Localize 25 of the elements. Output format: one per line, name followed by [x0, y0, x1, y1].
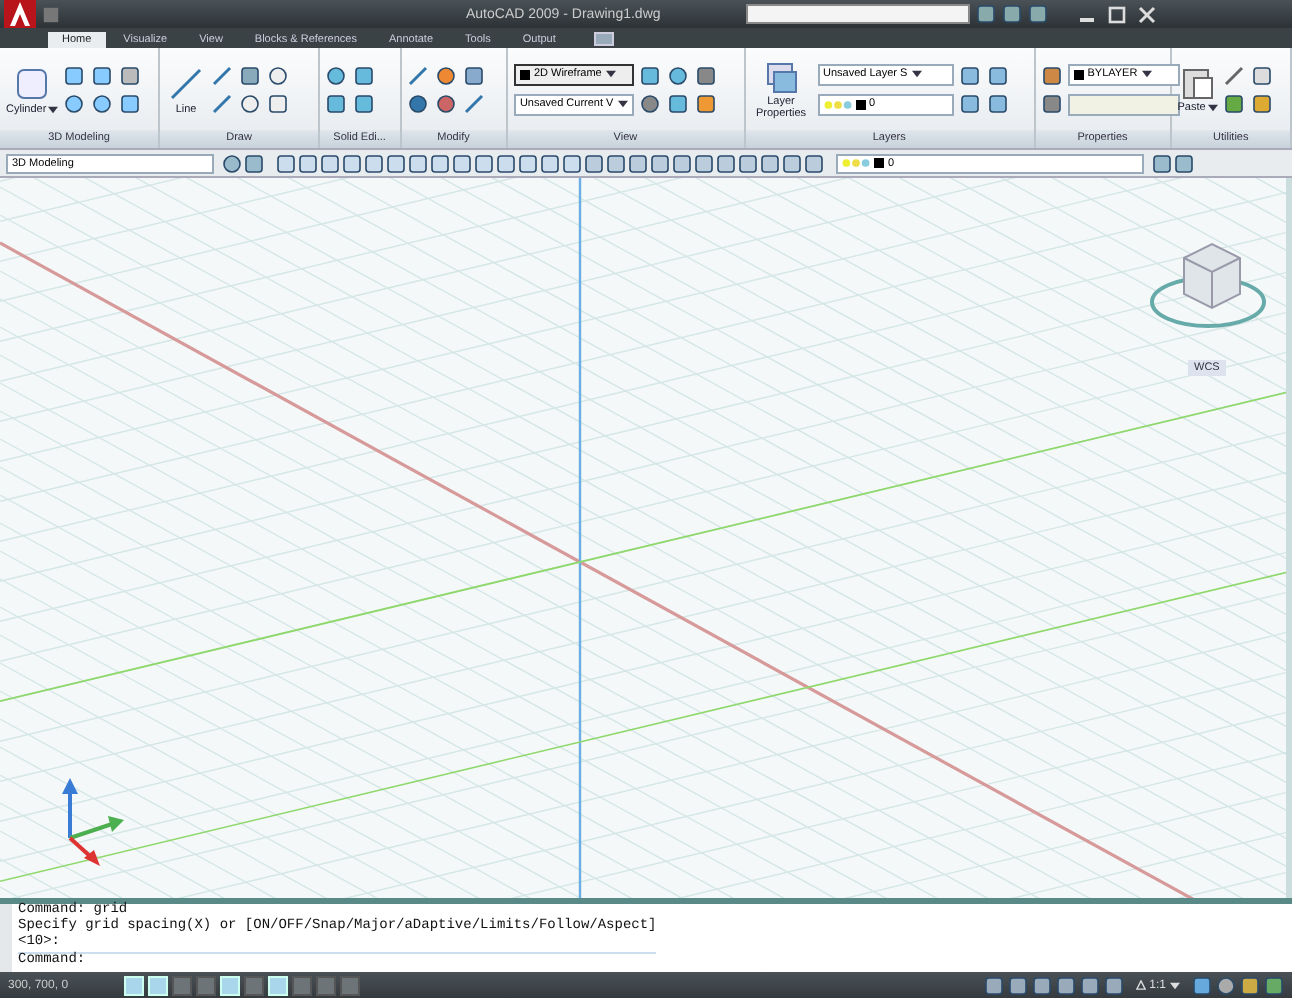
caret-icon — [1170, 981, 1180, 990]
caret-icon[interactable] — [48, 105, 59, 114]
spline-icon[interactable] — [212, 93, 233, 114]
caret-icon[interactable] — [617, 100, 628, 109]
maximize-icon[interactable] — [1108, 5, 1127, 23]
caret-icon[interactable] — [605, 70, 616, 79]
scale-icon[interactable] — [463, 93, 484, 114]
line-icon — [166, 63, 207, 104]
viewcube-drawing[interactable] — [1150, 243, 1266, 329]
command-window-grip[interactable] — [0, 904, 12, 973]
search-field[interactable] — [746, 4, 971, 24]
app-logo-icon[interactable] — [4, 0, 36, 30]
polyline-icon[interactable] — [212, 65, 233, 86]
cylinder-icon — [12, 63, 53, 104]
annotation-scale-icon — [1135, 980, 1146, 991]
move-icon[interactable] — [407, 65, 428, 86]
panel-toggle-icon[interactable] — [593, 31, 614, 46]
close-icon[interactable] — [1138, 5, 1157, 23]
layers-icon — [761, 59, 801, 96]
ucs-icon — [62, 778, 124, 867]
caret-icon[interactable] — [911, 70, 922, 79]
circle-icon[interactable] — [268, 65, 289, 86]
caret-icon[interactable] — [1141, 70, 1152, 79]
clipboard-icon — [1179, 65, 1216, 102]
caret-icon[interactable] — [1207, 103, 1218, 112]
